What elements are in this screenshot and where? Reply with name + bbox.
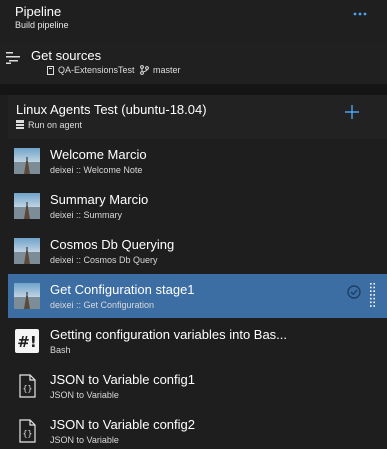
landscape-icon bbox=[14, 283, 40, 309]
drag-handle-icon[interactable] bbox=[370, 283, 376, 309]
task-row[interactable]: Get Configuration stage1deixei :: Get Co… bbox=[8, 274, 387, 318]
agent-job-title: Linux Agents Test (ubuntu-18.04) bbox=[16, 102, 207, 117]
task-row[interactable]: Cosmos Db Queryingdeixei :: Cosmos Db Qu… bbox=[8, 229, 387, 273]
repo-icon bbox=[47, 66, 54, 75]
json-file-icon: {} bbox=[14, 418, 40, 444]
task-row[interactable]: Summary Marciodeixei :: Summary bbox=[8, 184, 387, 228]
page-subtitle: Build pipeline bbox=[15, 20, 69, 30]
landscape-icon bbox=[14, 193, 40, 219]
task-name: Get Configuration stage1 bbox=[50, 282, 195, 297]
ellipsis-icon[interactable] bbox=[351, 7, 369, 21]
get-sources-row[interactable]: Get sources QA-ExtensionsTest master bbox=[0, 41, 387, 84]
task-detail: JSON to Variable bbox=[50, 435, 119, 445]
pipeline-header: Pipeline Build pipeline bbox=[0, 0, 387, 40]
agent-job-row[interactable]: Linux Agents Test (ubuntu-18.04) Run on … bbox=[8, 95, 387, 139]
branch-name: master bbox=[153, 65, 181, 75]
task-list: Welcome Marciodeixei :: Welcome Note Sum… bbox=[8, 139, 387, 449]
task-name: JSON to Variable config2 bbox=[50, 417, 195, 432]
page-title: Pipeline bbox=[15, 4, 62, 19]
task-row[interactable]: #! Getting configuration variables into … bbox=[8, 319, 387, 363]
svg-text:{}: {} bbox=[23, 429, 33, 438]
task-detail: JSON to Variable bbox=[50, 390, 119, 400]
task-detail: deixei :: Cosmos Db Query bbox=[50, 255, 158, 265]
plus-icon[interactable] bbox=[344, 104, 360, 120]
get-sources-title: Get sources bbox=[31, 48, 102, 63]
svg-text:#!: #! bbox=[17, 333, 36, 351]
agent-job-subtitle: Run on agent bbox=[28, 120, 83, 130]
task-detail: deixei :: Get Configuration bbox=[50, 300, 155, 310]
branch-icon bbox=[140, 65, 149, 75]
landscape-icon bbox=[14, 238, 40, 264]
get-sources-icon bbox=[6, 52, 20, 64]
task-name: Getting configuration variables into Bas… bbox=[50, 327, 288, 342]
bash-icon: #! bbox=[14, 328, 40, 354]
section-divider bbox=[0, 84, 387, 95]
repo-name: QA-ExtensionsTest bbox=[58, 65, 135, 75]
task-name: Summary Marcio bbox=[50, 192, 149, 207]
task-detail: deixei :: Summary bbox=[50, 210, 123, 220]
task-name: Welcome Marcio bbox=[50, 147, 147, 162]
task-row[interactable]: Welcome Marciodeixei :: Welcome Note bbox=[8, 139, 387, 183]
task-detail: deixei :: Welcome Note bbox=[50, 165, 143, 175]
task-name: Cosmos Db Querying bbox=[50, 237, 175, 252]
json-file-icon: {} bbox=[14, 373, 40, 399]
agent-icon bbox=[16, 120, 24, 129]
check-circle-icon[interactable] bbox=[347, 285, 361, 299]
task-name: JSON to Variable config1 bbox=[50, 372, 195, 387]
task-row[interactable]: {} JSON to Variable config1 JSON to Varia… bbox=[8, 364, 387, 408]
svg-text:{}: {} bbox=[23, 384, 33, 393]
task-detail: Bash bbox=[50, 345, 71, 355]
landscape-icon bbox=[14, 148, 40, 174]
task-row[interactable]: {} JSON to Variable config2 JSON to Varia… bbox=[8, 409, 387, 449]
